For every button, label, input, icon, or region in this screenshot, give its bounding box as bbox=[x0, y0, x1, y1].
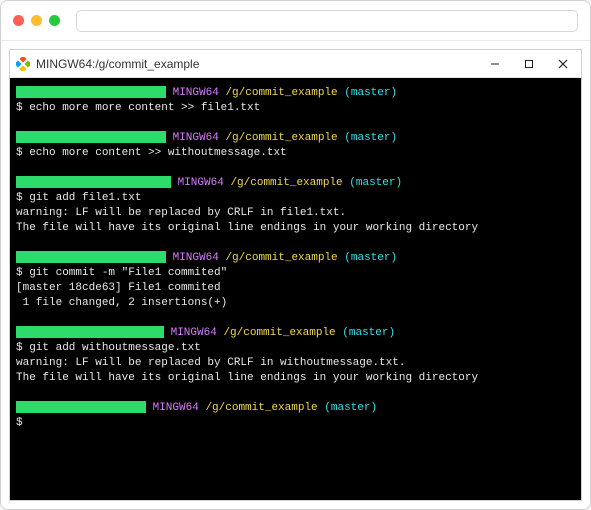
user-host-redacted bbox=[16, 176, 171, 188]
cwd-path: /g/commit_example bbox=[223, 327, 335, 339]
git-branch: (master) bbox=[349, 177, 402, 189]
close-dot[interactable] bbox=[13, 15, 24, 26]
mingw-label: MINGW64 bbox=[171, 327, 217, 339]
minimize-button[interactable] bbox=[483, 54, 507, 74]
browser-toolbar bbox=[1, 1, 590, 41]
terminal-line: $ echo more more content >> file1.txt bbox=[16, 101, 575, 116]
user-host-redacted bbox=[16, 131, 166, 143]
cwd-path: /g/commit_example bbox=[225, 252, 337, 264]
terminal-body[interactable]: MINGW64 /g/commit_example (master) $ echo… bbox=[10, 78, 581, 500]
maximize-dot[interactable] bbox=[49, 15, 60, 26]
terminal-line: warning: LF will be replaced by CRLF in … bbox=[16, 206, 575, 221]
terminal-line: $ git add withoutmessage.txt bbox=[16, 341, 575, 356]
git-branch: (master) bbox=[344, 132, 397, 144]
git-branch: (master) bbox=[344, 252, 397, 264]
git-branch: (master) bbox=[324, 402, 377, 414]
mingw-label: MINGW64 bbox=[153, 402, 199, 414]
terminal-line: [master 18cde63] File1 commited bbox=[16, 281, 575, 296]
terminal-line: $ bbox=[16, 416, 575, 431]
cwd-path: /g/commit_example bbox=[225, 132, 337, 144]
cwd-path: /g/commit_example bbox=[230, 177, 342, 189]
terminal-titlebar: MINGW64:/g/commit_example bbox=[10, 50, 581, 78]
browser-window: MINGW64:/g/commit_example MINGW64 /g/com… bbox=[0, 0, 591, 510]
git-branch: (master) bbox=[344, 87, 397, 99]
mingw-label: MINGW64 bbox=[173, 252, 219, 264]
close-button[interactable] bbox=[551, 54, 575, 74]
terminal-controls bbox=[483, 54, 575, 74]
terminal-line: 1 file changed, 2 insertions(+) bbox=[16, 296, 575, 311]
terminal-line: $ git add file1.txt bbox=[16, 191, 575, 206]
user-host-redacted bbox=[16, 251, 166, 263]
terminal-line: $ echo more content >> withoutmessage.tx… bbox=[16, 146, 575, 161]
git-branch: (master) bbox=[342, 327, 395, 339]
content-area: MINGW64:/g/commit_example MINGW64 /g/com… bbox=[1, 41, 590, 509]
user-host-redacted bbox=[16, 401, 146, 413]
mingw-label: MINGW64 bbox=[173, 87, 219, 99]
cwd-path: /g/commit_example bbox=[225, 87, 337, 99]
user-host-redacted bbox=[16, 86, 166, 98]
cwd-path: /g/commit_example bbox=[205, 402, 317, 414]
terminal-line: The file will have its original line end… bbox=[16, 371, 575, 386]
mingw-label: MINGW64 bbox=[178, 177, 224, 189]
terminal-line: The file will have its original line end… bbox=[16, 221, 575, 236]
git-bash-icon bbox=[16, 57, 30, 71]
terminal-line: $ git commit -m "File1 commited" bbox=[16, 266, 575, 281]
terminal-line: warning: LF will be replaced by CRLF in … bbox=[16, 356, 575, 371]
mingw-label: MINGW64 bbox=[173, 132, 219, 144]
window-controls bbox=[13, 15, 60, 26]
terminal-title: MINGW64:/g/commit_example bbox=[36, 57, 477, 71]
url-bar[interactable] bbox=[76, 10, 578, 32]
minimize-dot[interactable] bbox=[31, 15, 42, 26]
terminal-window: MINGW64:/g/commit_example MINGW64 /g/com… bbox=[9, 49, 582, 501]
maximize-button[interactable] bbox=[517, 54, 541, 74]
user-host-redacted bbox=[16, 326, 164, 338]
